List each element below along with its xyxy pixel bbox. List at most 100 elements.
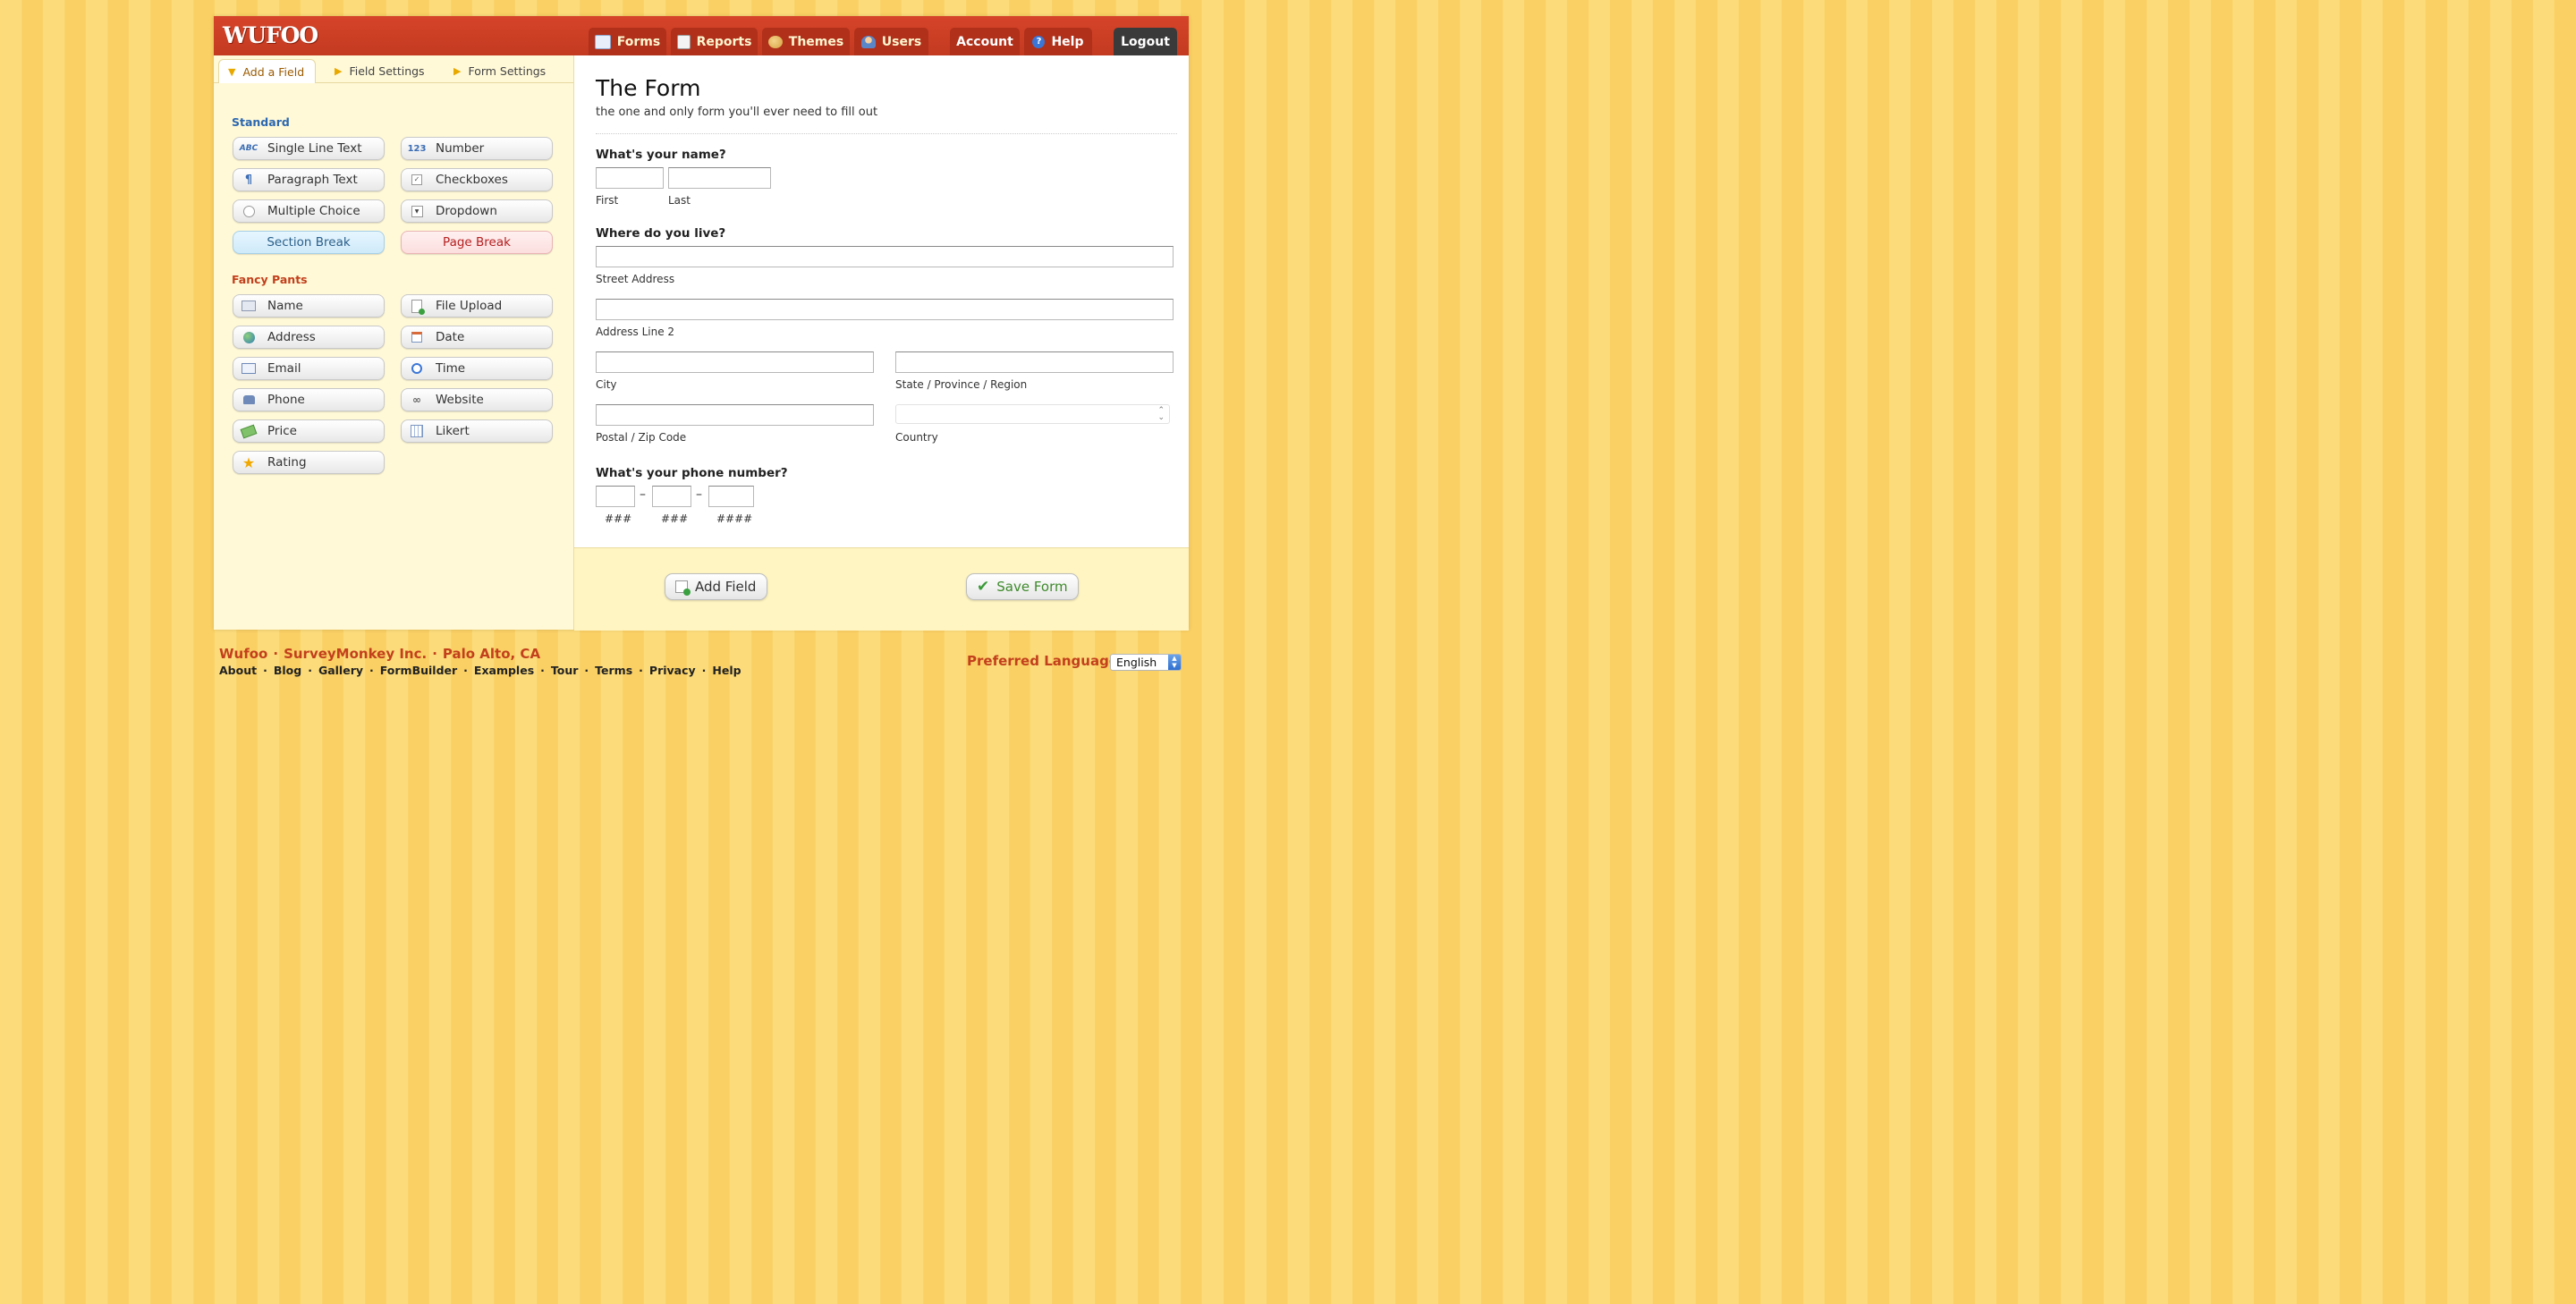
checkboxes-label: Checkboxes xyxy=(436,173,508,187)
add-field-icon xyxy=(675,580,691,596)
footer-link-formbuilder[interactable]: FormBuilder xyxy=(380,664,457,677)
first-name-input[interactable] xyxy=(596,167,664,189)
footer-link-tour[interactable]: Tour xyxy=(551,664,579,677)
paragraph-text-button[interactable]: ¶ Paragraph Text xyxy=(233,168,385,191)
forms-icon xyxy=(594,34,611,49)
nav-tab-reports[interactable]: Reports xyxy=(671,28,758,55)
form-description[interactable]: the one and only form you'll ever need t… xyxy=(596,106,877,119)
footer-brand-location: Palo Alto, CA xyxy=(442,646,541,662)
name-field-button[interactable]: Name xyxy=(233,294,385,318)
nav-tab-help[interactable]: ? Help xyxy=(1024,28,1092,55)
panel-tabs: ▼ Add a Field ▶ Field Settings ▶ Form Se… xyxy=(214,55,573,83)
footer-separator: · xyxy=(701,664,707,677)
likert-label: Likert xyxy=(436,424,470,438)
date-button[interactable]: Date xyxy=(401,326,553,349)
footer-link-blog[interactable]: Blog xyxy=(274,664,301,677)
phone-button[interactable]: Phone xyxy=(233,388,385,411)
name-question-label: What's your name? xyxy=(596,148,726,162)
add-field-button[interactable]: Add Field xyxy=(665,573,767,600)
nav-tab-users-label: Users xyxy=(881,34,922,49)
footer-separator: · xyxy=(463,664,468,677)
country-sublabel: Country xyxy=(895,431,938,444)
standard-group-title: Standard xyxy=(232,115,290,129)
footer-link-examples[interactable]: Examples xyxy=(474,664,534,677)
logout-button[interactable]: Logout xyxy=(1114,28,1177,55)
form-title[interactable]: The Form xyxy=(596,75,700,101)
address-button[interactable]: Address xyxy=(233,326,385,349)
footer-brand-wufoo[interactable]: Wufoo xyxy=(219,646,267,662)
form-actions-bar: Add Field ✔ Save Form xyxy=(574,547,1189,631)
footer-link-terms[interactable]: Terms xyxy=(595,664,632,677)
nav-tab-themes[interactable]: Themes xyxy=(762,28,850,55)
price-button[interactable]: Price xyxy=(233,419,385,443)
star-icon: ★ xyxy=(242,453,256,471)
paragraph-text-label: Paragraph Text xyxy=(267,173,358,187)
footer-brand-company[interactable]: SurveyMonkey Inc. xyxy=(284,646,427,662)
app-window: WUFOO Forms Reports Themes Users Account… xyxy=(214,16,1189,631)
dropdown-button[interactable]: ▼ Dropdown xyxy=(401,199,553,223)
rating-label: Rating xyxy=(267,455,307,470)
time-button[interactable]: Time xyxy=(401,357,553,380)
country-select[interactable]: ⌃ ⌄ xyxy=(895,404,1170,424)
city-input[interactable] xyxy=(596,351,874,373)
file-upload-icon xyxy=(409,299,425,315)
nav-tab-users[interactable]: Users xyxy=(854,28,928,55)
save-form-button[interactable]: ✔ Save Form xyxy=(966,573,1079,600)
phone-line-input[interactable] xyxy=(708,486,754,507)
phone-area-code-input[interactable] xyxy=(596,486,635,507)
file-upload-button[interactable]: File Upload xyxy=(401,294,553,318)
file-upload-label: File Upload xyxy=(436,299,503,313)
updown-arrow-icon: ⌃ ⌄ xyxy=(1157,406,1165,422)
footer-link-privacy[interactable]: Privacy xyxy=(649,664,696,677)
nav-tab-account-label: Account xyxy=(956,34,1013,49)
language-select[interactable]: English ▲ ▼ xyxy=(1110,654,1182,671)
name-card-icon xyxy=(241,300,257,312)
nav-tab-account[interactable]: Account xyxy=(950,28,1020,55)
footer-link-gallery[interactable]: Gallery xyxy=(318,664,363,677)
number-label: Number xyxy=(436,141,485,156)
tab-add-a-field-label: Add a Field xyxy=(242,64,305,79)
form-header-divider xyxy=(596,133,1177,134)
tab-add-a-field[interactable]: ▼ Add a Field xyxy=(218,59,317,83)
email-label: Email xyxy=(267,361,301,376)
footer-link-about[interactable]: About xyxy=(219,664,257,677)
tab-field-settings[interactable]: ▶ Field Settings xyxy=(335,59,425,82)
field-palette-panel: ▼ Add a Field ▶ Field Settings ▶ Form Se… xyxy=(214,55,574,630)
state-sublabel: State / Province / Region xyxy=(895,378,1028,391)
nav-tab-forms[interactable]: Forms xyxy=(589,28,666,55)
number-button[interactable]: 123 Number xyxy=(401,137,553,160)
section-break-button[interactable]: Section Break xyxy=(233,231,385,254)
checkboxes-button[interactable]: ✓ Checkboxes xyxy=(401,168,553,191)
dropdown-icon: ▼ xyxy=(409,205,425,217)
language-select-value: English xyxy=(1116,656,1157,669)
help-icon: ? xyxy=(1032,35,1046,48)
save-form-label: Save Form xyxy=(996,579,1068,595)
first-sublabel: First xyxy=(596,194,619,207)
likert-button[interactable]: Likert xyxy=(401,419,553,443)
postal-code-input[interactable] xyxy=(596,404,874,426)
single-line-text-button[interactable]: ABC Single Line Text xyxy=(233,137,385,160)
updown-arrow-icon: ▲ ▼ xyxy=(1168,655,1181,670)
website-button[interactable]: ∞ Website xyxy=(401,388,553,411)
dropdown-label: Dropdown xyxy=(436,204,497,218)
rating-button[interactable]: ★ Rating xyxy=(233,451,385,474)
palette-icon xyxy=(767,35,783,48)
state-input[interactable] xyxy=(895,351,1174,373)
address-line-2-input[interactable] xyxy=(596,299,1174,320)
street-address-input[interactable] xyxy=(596,246,1174,267)
nav-tab-help-label: Help xyxy=(1051,34,1084,49)
multiple-choice-label: Multiple Choice xyxy=(267,204,360,218)
email-button[interactable]: Email xyxy=(233,357,385,380)
wufoo-logo[interactable]: WUFOO xyxy=(223,22,318,48)
footer-link-help[interactable]: Help xyxy=(712,664,741,677)
money-icon xyxy=(240,424,258,438)
reports-icon xyxy=(676,34,691,49)
nav-tab-themes-label: Themes xyxy=(788,34,844,49)
last-name-input[interactable] xyxy=(668,167,771,189)
tab-form-settings[interactable]: ▶ Form Settings xyxy=(453,59,546,82)
phone-prefix-input[interactable] xyxy=(652,486,691,507)
footer-links: About · Blog · Gallery · FormBuilder · Examples ·… xyxy=(219,664,741,677)
clock-icon xyxy=(409,362,425,375)
multiple-choice-button[interactable]: Multiple Choice xyxy=(233,199,385,223)
page-break-button[interactable]: Page Break xyxy=(401,231,553,254)
